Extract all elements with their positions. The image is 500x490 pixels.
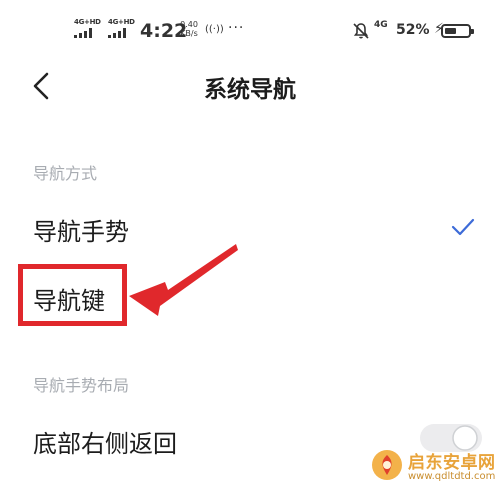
watermark-logo-icon: [372, 450, 402, 480]
watermark-url: www.qdltdtd.com: [408, 471, 496, 482]
option-label: 底部右侧返回: [33, 430, 177, 458]
section-gesture-layout: 导航手势布局: [33, 376, 130, 395]
watermark-name: 启东安卓网: [408, 453, 496, 473]
watermark: 启东安卓网 www.qdltdtd.com: [370, 446, 498, 488]
